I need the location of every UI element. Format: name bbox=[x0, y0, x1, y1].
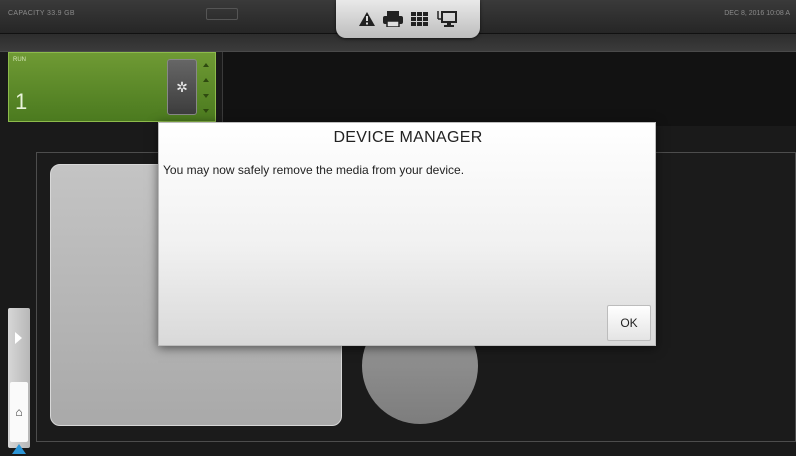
arrow-down-icon bbox=[203, 93, 209, 98]
grid-icon[interactable] bbox=[411, 12, 429, 26]
top-indicator-box bbox=[206, 8, 238, 20]
home-icon: ⌂ bbox=[15, 405, 23, 419]
home-button[interactable]: ⌂ bbox=[10, 382, 28, 442]
gear-icon: ✲ bbox=[176, 78, 188, 95]
status-icon-tray bbox=[336, 0, 480, 38]
capacity-text: CAPACITY 33.9 GB bbox=[8, 10, 75, 17]
chevron-right-icon bbox=[14, 332, 22, 344]
run-number: 1 bbox=[15, 89, 28, 114]
ok-button[interactable]: OK bbox=[607, 305, 651, 341]
run-tile[interactable]: RUN 1 ✲ bbox=[8, 52, 216, 122]
date-time-text: DEC 8, 2016 10:08 A bbox=[724, 10, 790, 17]
dialog-message: You may now safely remove the media from… bbox=[163, 163, 465, 177]
arrow-up-icon[interactable] bbox=[203, 63, 209, 67]
network-icon[interactable] bbox=[437, 11, 457, 27]
dialog-title: DEVICE MANAGER bbox=[333, 129, 483, 146]
arrow-up-icon bbox=[203, 78, 209, 83]
expand-drawer-button[interactable] bbox=[10, 318, 26, 358]
settings-button[interactable]: ✲ bbox=[167, 59, 197, 115]
arrow-down-icon[interactable] bbox=[203, 108, 209, 113]
device-manager-dialog: DEVICE MANAGER You may now safely remove… bbox=[158, 122, 656, 346]
indicator-marker bbox=[12, 444, 26, 454]
top-right-panel bbox=[222, 52, 796, 126]
warning-icon[interactable] bbox=[359, 12, 375, 26]
tile-scroll-arrows bbox=[201, 63, 211, 113]
printer-icon[interactable] bbox=[383, 11, 403, 27]
run-label: RUN bbox=[13, 57, 26, 63]
